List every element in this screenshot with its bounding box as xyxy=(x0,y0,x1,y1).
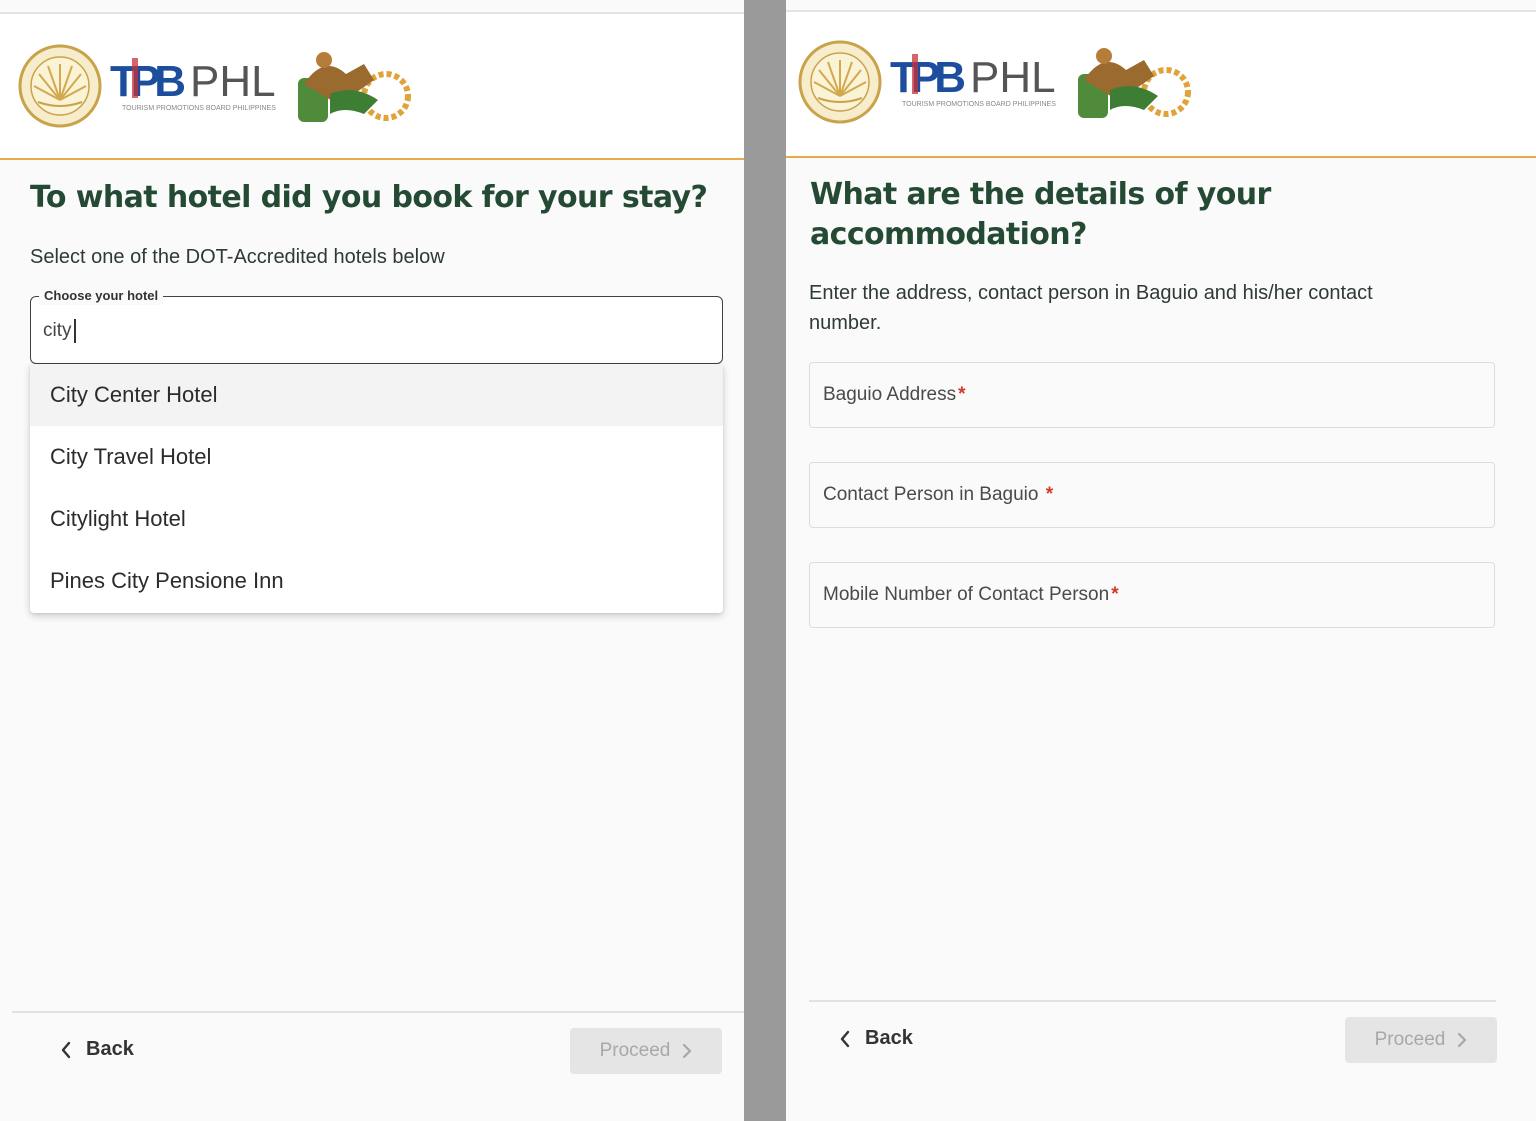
hotel-options-dropdown: City Center Hotel City Travel Hotel City… xyxy=(30,364,723,613)
page-subtitle: Select one of the DOT-Accredited hotels … xyxy=(30,246,445,268)
contact-person-label: Contact Person in Baguio * xyxy=(823,484,1054,505)
footer-divider xyxy=(809,1000,1496,1002)
chevron-left-icon xyxy=(840,1030,850,1047)
proceed-button-label: Proceed xyxy=(599,1040,671,1061)
tpb-mark: TPB xyxy=(890,53,964,102)
header: TPB PHL TOURISM PROMOTIONS BOARD PHILIPP… xyxy=(0,14,744,160)
proceed-button[interactable]: Proceed xyxy=(570,1028,722,1074)
page-title: To what hotel did you book for your stay… xyxy=(30,180,708,215)
phl-mark: PHL xyxy=(970,53,1056,102)
tpb-phl-logo: TPB PHL TOURISM PROMOTIONS BOARD PHILIPP… xyxy=(110,57,276,112)
contact-person-field[interactable]: Contact Person in Baguio * xyxy=(809,462,1495,528)
baguio-address-label: Baguio Address * xyxy=(823,384,966,405)
baguio-mascot-logo xyxy=(1078,48,1191,118)
required-asterisk: * xyxy=(1045,484,1054,505)
tpb-phl-logo: TPB PHL TOURISM PROMOTIONS BOARD PHILIPP… xyxy=(890,53,1056,108)
mobile-number-label: Mobile Number of Contact Person * xyxy=(823,584,1119,605)
page-subtitle-line2: number. xyxy=(809,312,882,334)
logo-row: TPB PHL TOURISM PROMOTIONS BOARD PHILIPP… xyxy=(798,40,1218,130)
hotel-search-input[interactable] xyxy=(43,317,643,345)
accommodation-details-panel: TPB PHL TOURISM PROMOTIONS BOARD PHILIPP… xyxy=(786,0,1536,1121)
department-of-tourism-seal-logo xyxy=(798,40,882,124)
page-subtitle-line1: Enter the address, contact person in Bag… xyxy=(809,282,1373,304)
mobile-number-field[interactable]: Mobile Number of Contact Person * xyxy=(809,562,1495,628)
chevron-left-icon xyxy=(61,1041,71,1058)
footer-divider xyxy=(12,1011,744,1013)
chevron-right-icon xyxy=(1458,1032,1467,1048)
back-button[interactable]: Back xyxy=(60,1038,134,1061)
back-button-label: Back xyxy=(86,1038,134,1060)
proceed-button-label: Proceed xyxy=(1374,1029,1446,1050)
tpb-mark: TPB xyxy=(110,57,184,106)
hotel-selection-panel: TPB PHL TOURISM PROMOTIONS BOARD PHILIPP… xyxy=(0,0,744,1121)
back-button[interactable]: Back xyxy=(839,1027,913,1050)
hotel-option[interactable]: City Travel Hotel xyxy=(30,426,723,488)
back-button-label: Back xyxy=(865,1027,913,1049)
hotel-field-label: Choose your hotel xyxy=(39,287,164,305)
hotel-option[interactable]: Pines City Pensione Inn xyxy=(30,550,723,612)
department-of-tourism-seal-logo xyxy=(18,44,102,128)
chevron-right-icon xyxy=(683,1043,692,1059)
phl-mark: PHL xyxy=(190,57,276,106)
hotel-option[interactable]: Citylight Hotel xyxy=(30,488,723,550)
required-asterisk: * xyxy=(958,384,966,405)
tpb-tagline: TOURISM PROMOTIONS BOARD PHILIPPINES xyxy=(122,105,276,112)
baguio-mascot-logo xyxy=(298,52,411,122)
page-title-line1: What are the details of your xyxy=(810,177,1271,212)
hotel-option[interactable]: City Center Hotel xyxy=(30,364,723,426)
page-title-line2: accommodation? xyxy=(810,217,1087,252)
text-caret xyxy=(74,319,76,343)
logo-row: TPB PHL TOURISM PROMOTIONS BOARD PHILIPP… xyxy=(18,44,438,134)
tpb-tagline: TOURISM PROMOTIONS BOARD PHILIPPINES xyxy=(902,101,1056,108)
header: TPB PHL TOURISM PROMOTIONS BOARD PHILIPP… xyxy=(786,12,1536,158)
required-asterisk: * xyxy=(1111,584,1119,605)
proceed-button[interactable]: Proceed xyxy=(1345,1017,1497,1063)
hotel-autocomplete-field[interactable]: Choose your hotel xyxy=(30,287,723,364)
baguio-address-field[interactable]: Baguio Address * xyxy=(809,362,1495,428)
panel-separator xyxy=(744,0,786,1121)
